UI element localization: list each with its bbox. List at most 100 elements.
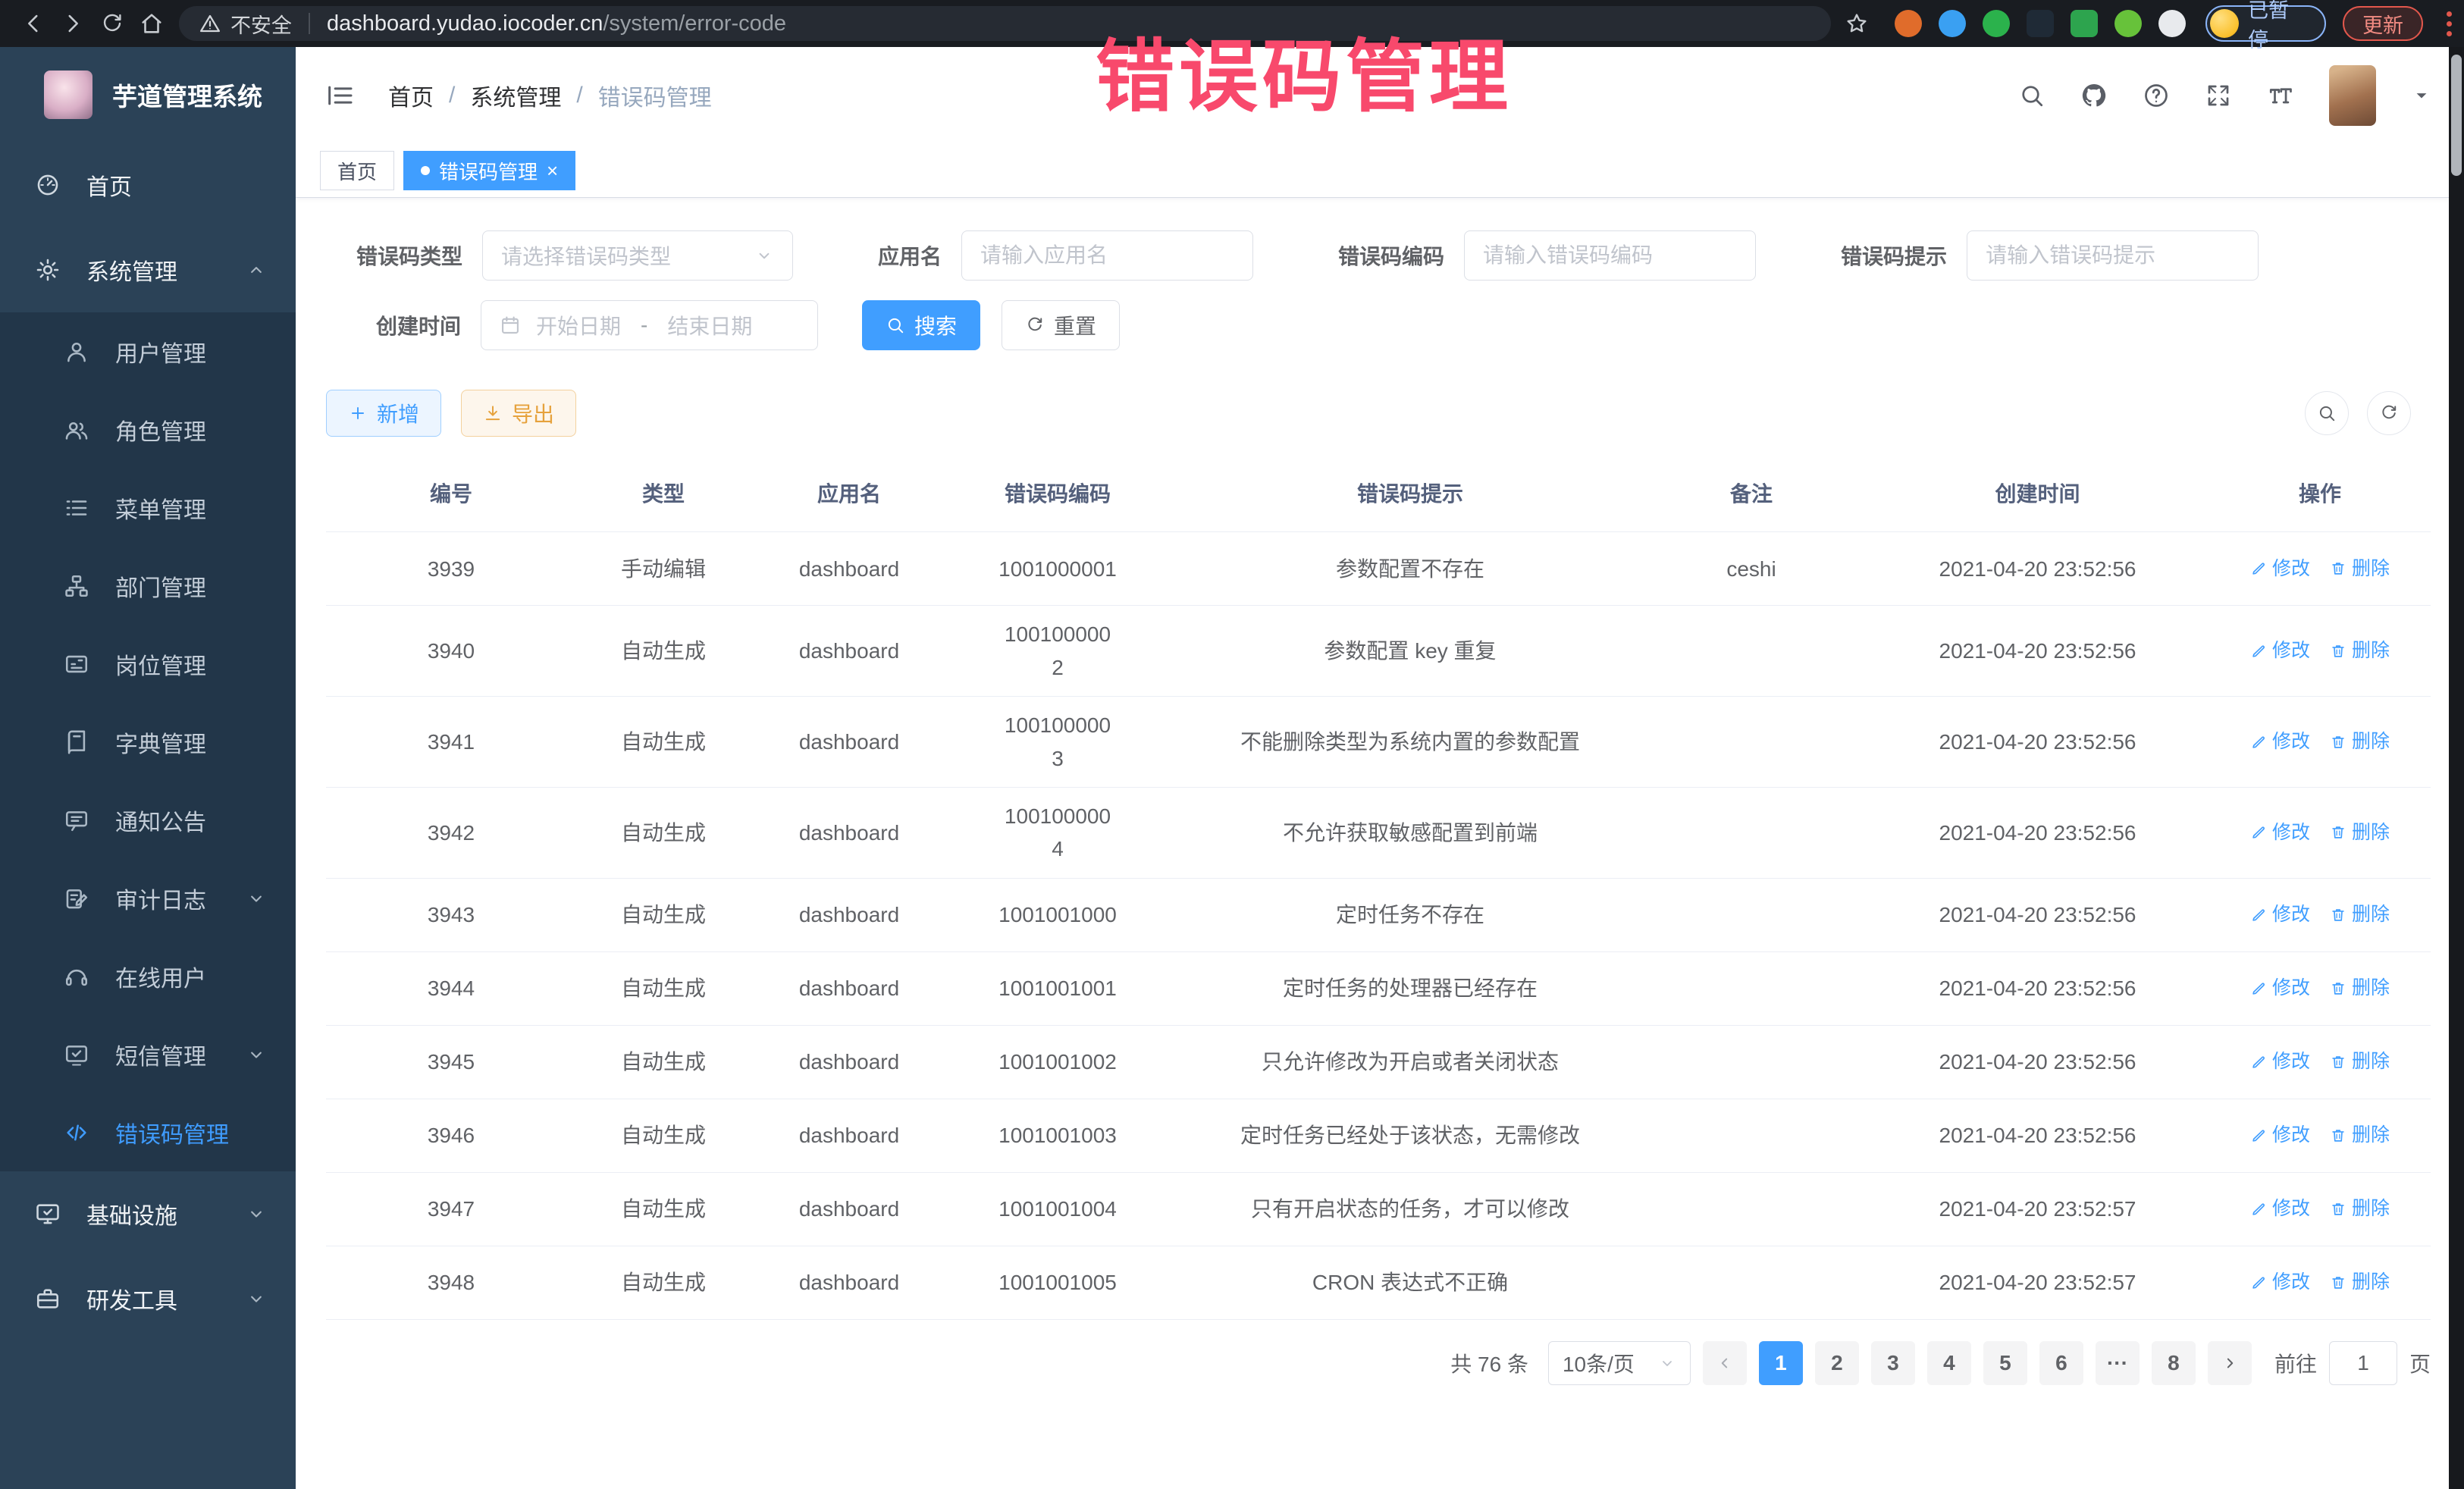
tab-error-code[interactable]: 错误码管理× xyxy=(403,151,575,190)
page-ellipsis-button[interactable]: ··· xyxy=(2096,1341,2140,1385)
sidebar-item-audit-log[interactable]: 审计日志 xyxy=(0,859,296,937)
date-range-picker[interactable]: 开始日期 - 结束日期 xyxy=(481,300,818,350)
edit-link[interactable]: 修改 xyxy=(2250,1194,2310,1224)
edit-link[interactable]: 修改 xyxy=(2250,727,2310,757)
sidebar-item-home[interactable]: 首页 xyxy=(0,143,296,227)
browser-home-icon[interactable] xyxy=(132,4,171,43)
sidebar-item-sms[interactable]: 短信管理 xyxy=(0,1015,296,1093)
edit-link[interactable]: 修改 xyxy=(2250,1047,2310,1077)
table-row[interactable]: 3948 自动生成 dashboard 1001001005 CRON 表达式不… xyxy=(326,1246,2431,1320)
tiles-extension-icon[interactable] xyxy=(2027,10,2054,37)
error-type-select[interactable]: 请选择错误码类型 xyxy=(482,230,793,281)
v-green-extension-icon[interactable] xyxy=(1983,10,2010,37)
browser-back-icon[interactable] xyxy=(14,4,53,43)
table-row[interactable]: 3944 自动生成 dashboard 1001001001 定时任务的处理器已… xyxy=(326,952,2431,1026)
page-button-6[interactable]: 6 xyxy=(2039,1341,2083,1385)
ubuntu-extension-icon[interactable] xyxy=(1895,10,1922,37)
sidebar-item-post[interactable]: 岗位管理 xyxy=(0,625,296,703)
mantis-extension-icon[interactable] xyxy=(2114,10,2142,37)
sidebar-item-menu[interactable]: 菜单管理 xyxy=(0,469,296,547)
help-icon[interactable] xyxy=(2143,82,2170,109)
sidebar-item-dev-tools[interactable]: 研发工具 xyxy=(0,1256,296,1341)
sidebar-item-error-code[interactable]: 错误码管理 xyxy=(0,1093,296,1171)
table-row[interactable]: 3941 自动生成 dashboard 100100000 3 不能删除类型为系… xyxy=(326,697,2431,788)
edit-link[interactable]: 修改 xyxy=(2250,818,2310,848)
browser-menu-icon[interactable] xyxy=(2434,11,2464,36)
breadcrumb-home[interactable]: 首页 xyxy=(388,79,434,112)
caret-down-icon[interactable] xyxy=(2411,85,2432,106)
edit-link[interactable]: 修改 xyxy=(2250,973,2310,1003)
delete-link[interactable]: 删除 xyxy=(2330,554,2390,584)
gem-extension-icon[interactable] xyxy=(1939,10,1966,37)
delete-link[interactable]: 删除 xyxy=(2330,1194,2390,1224)
browser-forward-icon[interactable] xyxy=(53,4,92,43)
delete-link[interactable]: 删除 xyxy=(2330,727,2390,757)
table-row[interactable]: 3940 自动生成 dashboard 100100000 2 参数配置 key… xyxy=(326,606,2431,697)
sidebar-item-infra[interactable]: 基础设施 xyxy=(0,1171,296,1256)
scrollbar-track[interactable] xyxy=(2449,47,2464,1489)
sidebar-item-dept[interactable]: 部门管理 xyxy=(0,547,296,625)
goto-page-input[interactable] xyxy=(2329,1341,2397,1385)
sidebar-item-online-user[interactable]: 在线用户 xyxy=(0,937,296,1015)
tab-home[interactable]: 首页 xyxy=(320,151,394,190)
scrollbar-thumb[interactable] xyxy=(2451,55,2462,176)
close-tab-icon[interactable]: × xyxy=(547,161,558,180)
page-size-select[interactable]: 10条/页 xyxy=(1548,1341,1691,1385)
edit-link[interactable]: 修改 xyxy=(2250,1121,2310,1150)
delete-link[interactable]: 删除 xyxy=(2330,1121,2390,1150)
sidebar-item-notice[interactable]: 通知公告 xyxy=(0,781,296,859)
table-row[interactable]: 3939 手动编辑 dashboard 1001000001 参数配置不存在 c… xyxy=(326,532,2431,606)
sidebar-item-user[interactable]: 用户管理 xyxy=(0,312,296,390)
user-avatar[interactable] xyxy=(2329,65,2376,126)
browser-update-button[interactable]: 更新 xyxy=(2343,6,2423,41)
edit-link[interactable]: 修改 xyxy=(2250,900,2310,929)
delete-link[interactable]: 删除 xyxy=(2330,1268,2390,1297)
sidebar-item-system[interactable]: 系统管理 xyxy=(0,227,296,312)
page-button-3[interactable]: 3 xyxy=(1871,1341,1915,1385)
table-row[interactable]: 3946 自动生成 dashboard 1001001003 定时任务已经处于该… xyxy=(326,1099,2431,1173)
sidebar-logo[interactable]: 芋道管理系统 xyxy=(0,47,296,143)
page-button-8[interactable]: 8 xyxy=(2152,1341,2196,1385)
github-icon[interactable] xyxy=(2080,82,2108,109)
page-button-1[interactable]: 1 xyxy=(1759,1341,1803,1385)
delete-link[interactable]: 删除 xyxy=(2330,973,2390,1003)
next-page-button[interactable] xyxy=(2208,1341,2252,1385)
search-button[interactable]: 搜索 xyxy=(862,300,980,350)
table-row[interactable]: 3947 自动生成 dashboard 1001001004 只有开启状态的任务… xyxy=(326,1173,2431,1246)
delete-link[interactable]: 删除 xyxy=(2330,900,2390,929)
sidebar-item-role[interactable]: 角色管理 xyxy=(0,390,296,469)
refresh-table-button[interactable] xyxy=(2367,391,2411,435)
delete-link[interactable]: 删除 xyxy=(2330,1047,2390,1077)
browser-profile-chip[interactable]: 已暂停 xyxy=(2205,5,2326,42)
page-button-4[interactable]: 4 xyxy=(1927,1341,1971,1385)
browser-reload-icon[interactable] xyxy=(92,4,132,43)
table-row[interactable]: 3943 自动生成 dashboard 1001001000 定时任务不存在 2… xyxy=(326,879,2431,952)
toggle-search-button[interactable] xyxy=(2305,391,2349,435)
puzzle-extension-icon[interactable] xyxy=(2158,10,2186,37)
delete-link[interactable]: 删除 xyxy=(2330,818,2390,848)
edit-link[interactable]: 修改 xyxy=(2250,636,2310,666)
add-button[interactable]: 新增 xyxy=(326,390,441,437)
address-bar[interactable]: 不安全 dashboard.yudao.iocoder.cn /system/e… xyxy=(179,6,1831,41)
error-hint-input[interactable] xyxy=(1967,230,2259,281)
fullscreen-icon[interactable] xyxy=(2205,82,2232,109)
page-button-2[interactable]: 2 xyxy=(1815,1341,1859,1385)
search-icon[interactable] xyxy=(2018,82,2045,109)
app-name-input[interactable] xyxy=(961,230,1253,281)
export-button[interactable]: 导出 xyxy=(461,390,576,437)
table-row[interactable]: 3945 自动生成 dashboard 1001001002 只允许修改为开启或… xyxy=(326,1026,2431,1099)
table-row[interactable]: 3942 自动生成 dashboard 100100000 4 不允许获取敏感配… xyxy=(326,788,2431,879)
delete-link[interactable]: 删除 xyxy=(2330,636,2390,666)
edit-link[interactable]: 修改 xyxy=(2250,554,2310,584)
bookmark-star-icon[interactable] xyxy=(1837,4,1876,43)
switch-on-extension-icon[interactable] xyxy=(2071,10,2098,37)
edit-link[interactable]: 修改 xyxy=(2250,1268,2310,1297)
font-size-icon[interactable] xyxy=(2267,82,2294,109)
reset-button[interactable]: 重置 xyxy=(1002,300,1120,350)
page-button-5[interactable]: 5 xyxy=(1983,1341,2027,1385)
error-code-input[interactable] xyxy=(1464,230,1756,281)
prev-page-button[interactable] xyxy=(1703,1341,1747,1385)
sidebar-toggle-icon[interactable] xyxy=(324,80,355,111)
breadcrumb-system[interactable]: 系统管理 xyxy=(470,79,561,112)
sidebar-item-dict[interactable]: 字典管理 xyxy=(0,703,296,781)
